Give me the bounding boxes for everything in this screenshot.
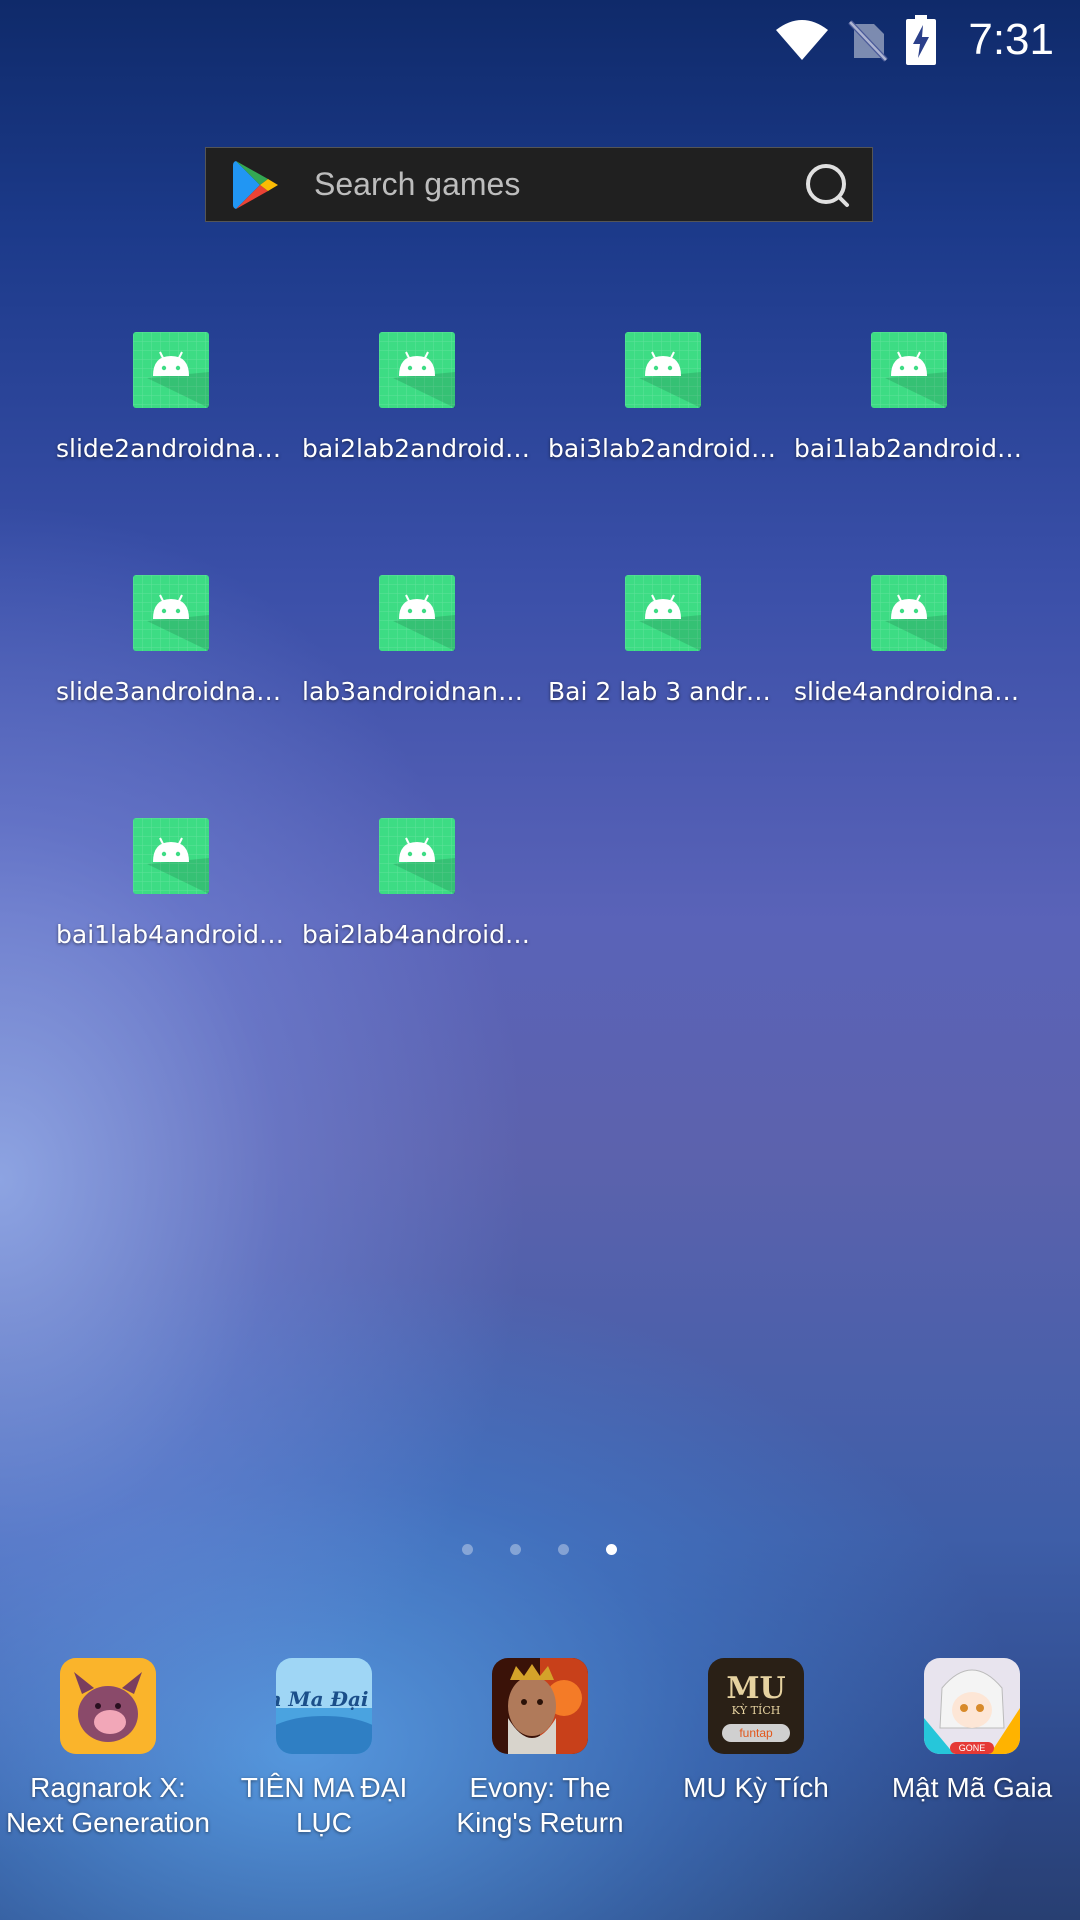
app-label: bai3lab2androidn… — [548, 434, 786, 463]
dock-app[interactable]: Tiên Ma Đại Lục TIÊN MA ĐẠI LỤC — [216, 1658, 432, 1840]
app-label: slide3androidnan… — [56, 677, 294, 706]
clock: 7:31 — [968, 15, 1054, 64]
ragnarok-x-icon — [60, 1658, 156, 1754]
android-app-icon — [133, 575, 209, 651]
page-dot[interactable] — [462, 1544, 473, 1555]
app-shortcut[interactable]: lab3androidnang… — [294, 575, 540, 706]
play-games-search-widget[interactable]: Search games — [205, 147, 873, 222]
app-shortcut[interactable]: slide4androidnan… — [786, 575, 1032, 706]
icon-badge: GONE — [959, 1743, 986, 1753]
icon-wordmark: MU — [726, 1671, 785, 1706]
android-app-icon — [379, 575, 455, 651]
icon-subtitle: KỲ TÍCH — [732, 1703, 781, 1717]
app-shortcut[interactable]: slide3androidnan… — [48, 575, 294, 706]
dock-app[interactable]: GONE Mật Mã Gaia — [864, 1658, 1080, 1805]
search-icon[interactable] — [804, 162, 850, 208]
mu-ky-tich-icon: MU KỲ TÍCH funtap — [708, 1658, 804, 1754]
android-app-icon — [871, 332, 947, 408]
app-label: slide2androidnan… — [56, 434, 294, 463]
app-label: slide4androidnan… — [794, 677, 1032, 706]
dock-label: TIÊN MA ĐẠI LỤC — [216, 1770, 432, 1840]
icon-badge: funtap — [739, 1726, 773, 1740]
android-app-icon — [379, 818, 455, 894]
dock-app[interactable]: Evony: The King's Return — [432, 1658, 648, 1840]
dock-app[interactable]: MU KỲ TÍCH funtap MU Kỳ Tích — [648, 1658, 864, 1805]
dock-label-line: Evony: The — [469, 1772, 611, 1803]
app-shortcut[interactable]: Bai 2 lab 3 androi… — [540, 575, 786, 706]
search-placeholder: Search games — [314, 166, 521, 202]
dock-label: Ragnarok X: Next Generation — [0, 1770, 216, 1840]
google-play-icon — [233, 160, 278, 209]
battery-charging-icon — [906, 15, 937, 65]
dock-label: Mật Mã Gaia — [864, 1770, 1080, 1805]
page-dot-current[interactable] — [606, 1544, 617, 1555]
app-label: bai2lab4androidn… — [302, 920, 540, 949]
dock-label: MU Kỳ Tích — [648, 1770, 864, 1805]
android-app-icon — [379, 332, 455, 408]
dock-label-line: TIÊN MA ĐẠI — [240, 1772, 408, 1803]
app-shortcut[interactable]: bai2lab2androidn… — [294, 332, 540, 463]
app-label: lab3androidnang… — [302, 677, 539, 706]
dock-label-line: Next Generation — [6, 1807, 210, 1838]
app-label: Bai 2 lab 3 androi… — [548, 677, 786, 706]
status-bar: 7:31 — [774, 0, 1080, 80]
page-dot[interactable] — [510, 1544, 521, 1555]
app-shortcut[interactable]: bai2lab4androidn… — [294, 818, 540, 949]
dock-label: Evony: The King's Return — [432, 1770, 648, 1840]
evony-icon — [492, 1658, 588, 1754]
no-sim-icon — [848, 20, 889, 62]
mat-ma-gaia-icon: GONE — [924, 1658, 1020, 1754]
app-shortcut[interactable]: slide2androidnan… — [48, 332, 294, 463]
app-shortcut[interactable]: bai1lab2androidn… — [786, 332, 1032, 463]
android-app-icon — [871, 575, 947, 651]
icon-wordmark: Tiên Ma Đại Lục — [276, 1687, 372, 1711]
tien-ma-dai-luc-icon: Tiên Ma Đại Lục — [276, 1658, 372, 1754]
app-label: bai2lab2androidn… — [302, 434, 540, 463]
wifi-icon — [776, 20, 829, 60]
dock-label-line: Ragnarok X: — [30, 1772, 186, 1803]
page-indicator[interactable] — [0, 1544, 1080, 1556]
android-app-icon — [625, 575, 701, 651]
app-label: bai1lab2androidn… — [794, 434, 1032, 463]
android-app-icon — [133, 818, 209, 894]
page-dot[interactable] — [558, 1544, 569, 1555]
android-app-icon — [625, 332, 701, 408]
dock-label-line: MU Kỳ Tích — [683, 1772, 829, 1803]
android-app-icon — [133, 332, 209, 408]
app-shortcut[interactable]: bai3lab2androidn… — [540, 332, 786, 463]
app-shortcut[interactable]: bai1lab4androidn… — [48, 818, 294, 949]
app-label: bai1lab4androidn… — [56, 920, 294, 949]
dock-app[interactable]: Ragnarok X: Next Generation — [0, 1658, 216, 1840]
dock-label-line: Mật Mã Gaia — [891, 1772, 1053, 1803]
dock-label-line: LỤC — [295, 1807, 352, 1838]
dock-label-line: King's Return — [456, 1807, 624, 1838]
